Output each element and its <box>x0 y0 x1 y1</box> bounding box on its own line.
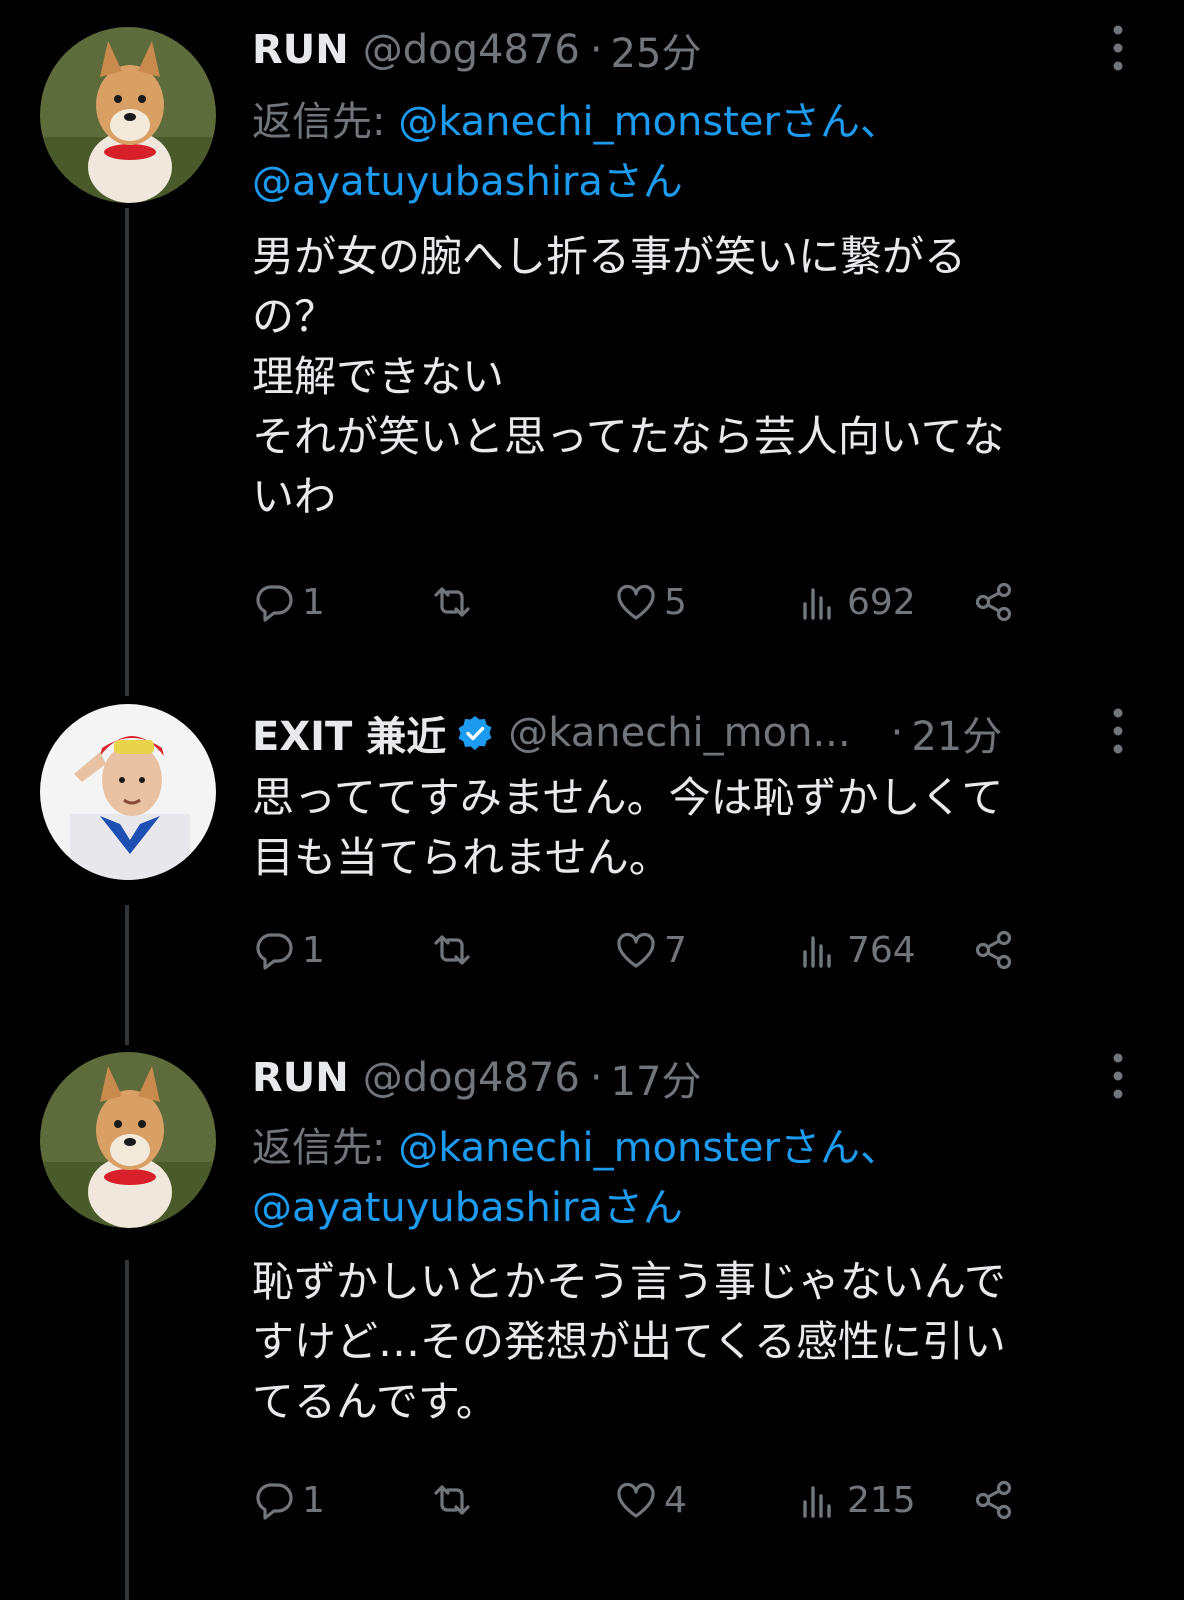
views-button[interactable]: 215 <box>797 1470 916 1530</box>
reply-to-line: 返信先: @kanechi_monsterさん、 @ayatuyubashira… <box>252 92 1112 212</box>
tweet-text: 男が女の腕へし折る事が笑いに繋がる の？ 理解できない それが笑いと思ってたなら… <box>252 232 1005 521</box>
reply-comma: 、 <box>859 99 900 145</box>
reply-to-line: 返信先: @kanechi_monsterさん、 @ayatuyubashira… <box>252 1118 1112 1238</box>
tweet[interactable]: RUN @dog4876 · 17分 返信先: @kanechi_monster… <box>0 1040 1184 1600</box>
separator-dot: · <box>589 1055 603 1101</box>
reply-comma: 、 <box>859 1125 900 1171</box>
more-icon[interactable] <box>1100 20 1136 76</box>
share-icon <box>975 930 1012 970</box>
more-icon[interactable] <box>1100 703 1136 759</box>
reply-icon <box>256 585 293 622</box>
reply-button[interactable]: 1 <box>252 1470 325 1530</box>
like-icon <box>617 932 655 968</box>
mention-link[interactable]: @ayatuyubashiraさん <box>252 1185 683 1231</box>
share-icon <box>975 1480 1012 1520</box>
retweet-button[interactable] <box>430 1470 474 1530</box>
timestamp[interactable]: 17分 <box>611 1049 702 1107</box>
action-bar: 1 4 215 <box>252 1470 1072 1530</box>
separator-dot: · <box>589 27 603 73</box>
share-button[interactable] <box>972 920 1016 980</box>
timestamp[interactable]: 25分 <box>611 21 702 79</box>
view-count: 692 <box>847 581 916 623</box>
like-count: 5 <box>664 581 687 623</box>
separator-dot: · <box>890 710 904 756</box>
like-button[interactable]: 5 <box>614 572 687 632</box>
display-name[interactable]: RUN <box>252 1055 349 1101</box>
like-count: 4 <box>664 1479 687 1521</box>
reply-to-label: 返信先: <box>252 99 399 145</box>
display-name[interactable]: RUN <box>252 27 349 73</box>
like-count: 7 <box>664 929 687 971</box>
reply-button[interactable]: 1 <box>252 572 325 632</box>
tweet[interactable]: RUN @dog4876 · 25分 返信先: @kanechi_monster… <box>0 0 1184 690</box>
tweet-text: 恥ずかしいとかそう言う事じゃないんで すけど…その発想が出てくる感性に引い てる… <box>252 1257 1006 1426</box>
like-button[interactable]: 7 <box>614 920 687 980</box>
avatar[interactable] <box>40 27 216 203</box>
share-button[interactable] <box>972 1470 1016 1530</box>
tweet-header: RUN @dog4876 · 17分 <box>252 1048 701 1108</box>
share-icon <box>975 582 1012 622</box>
action-bar: 1 7 764 <box>252 920 1072 980</box>
view-count: 215 <box>847 1479 916 1521</box>
user-handle[interactable]: @kanechi_mon... <box>508 710 850 756</box>
action-bar: 1 5 692 <box>252 572 1072 632</box>
more-icon[interactable] <box>1100 1048 1136 1104</box>
display-name[interactable]: EXIT 兼近 <box>252 704 446 762</box>
retweet-button[interactable] <box>430 920 474 980</box>
verified-badge-icon <box>458 716 492 750</box>
reply-icon <box>256 1483 293 1520</box>
reply-icon <box>256 933 293 970</box>
view-count: 764 <box>847 929 916 971</box>
timestamp[interactable]: 21分 <box>911 704 1002 762</box>
like-button[interactable]: 4 <box>614 1470 687 1530</box>
reply-button[interactable]: 1 <box>252 920 325 980</box>
mention-link[interactable]: @kanechi_monsterさん <box>398 99 860 145</box>
avatar[interactable] <box>40 704 216 880</box>
views-icon <box>803 936 831 968</box>
views-icon <box>803 1486 831 1518</box>
like-icon <box>617 584 655 620</box>
views-button[interactable]: 692 <box>797 572 916 632</box>
views-button[interactable]: 764 <box>797 920 916 980</box>
retweet-icon <box>434 935 470 965</box>
reply-to-label: 返信先: <box>252 1125 399 1171</box>
views-icon <box>803 588 831 620</box>
reply-count: 1 <box>302 581 325 623</box>
tweet-text: 思っててすみません。今は恥ずかしくて 目も当てられません。 <box>252 773 1004 882</box>
mention-link[interactable]: @ayatuyubashiraさん <box>252 159 683 205</box>
retweet-icon <box>434 1485 470 1515</box>
tweet[interactable]: EXIT 兼近 @kanechi_mon... · 21分 思っててすみません。… <box>0 690 1184 1040</box>
mention-link[interactable]: @kanechi_monsterさん <box>398 1125 860 1171</box>
retweet-icon <box>434 587 470 617</box>
user-handle[interactable]: @dog4876 <box>363 27 580 73</box>
avatar[interactable] <box>40 1052 216 1228</box>
retweet-button[interactable] <box>430 572 474 632</box>
user-handle[interactable]: @dog4876 <box>363 1055 580 1101</box>
tweet-header: EXIT 兼近 @kanechi_mon... · 21分 <box>252 703 1002 763</box>
reply-count: 1 <box>302 929 325 971</box>
like-icon <box>617 1482 655 1518</box>
reply-count: 1 <box>302 1479 325 1521</box>
tweet-header: RUN @dog4876 · 25分 <box>252 20 701 80</box>
share-button[interactable] <box>972 572 1016 632</box>
